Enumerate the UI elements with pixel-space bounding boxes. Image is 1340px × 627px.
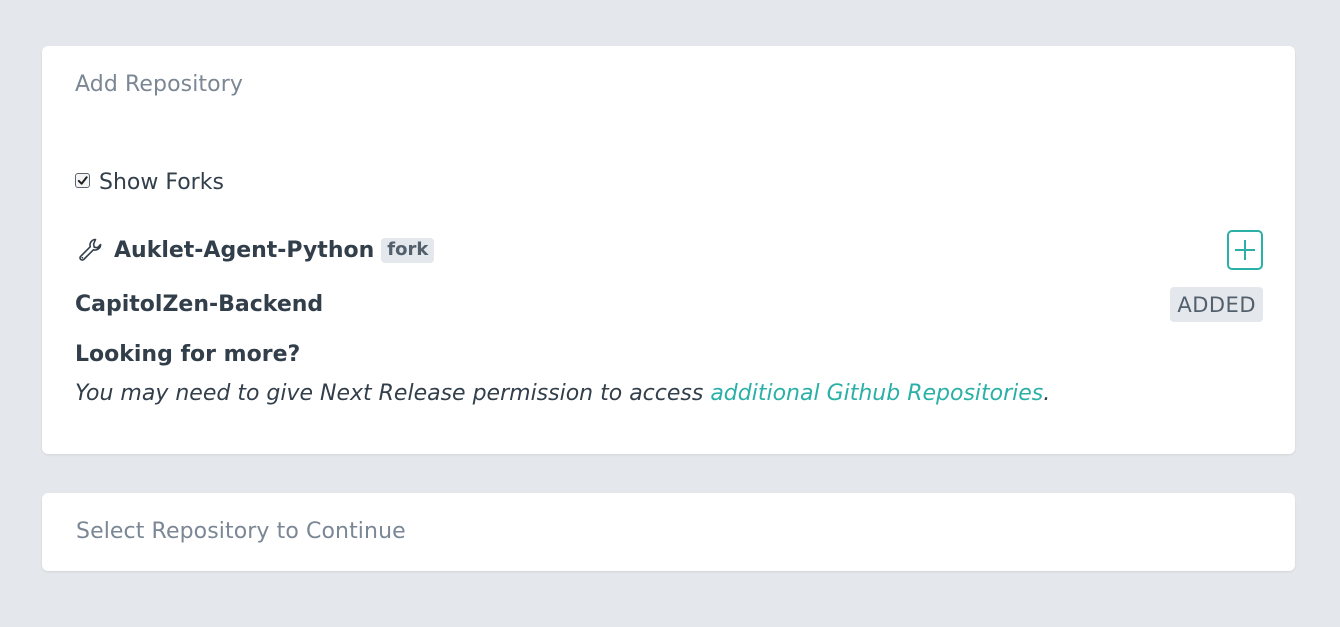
add-repository-card: Add Repository Show Forks Auklet-Agent-P… (42, 46, 1295, 454)
added-status-badge: ADDED (1170, 286, 1263, 322)
hint-text-before: You may need to give Next Release permis… (75, 381, 711, 406)
show-forks-checkbox[interactable] (75, 172, 90, 188)
show-forks-label[interactable]: Show Forks (99, 170, 224, 195)
permission-hint-text: You may need to give Next Release permis… (75, 381, 1050, 406)
fork-badge: fork (381, 237, 435, 263)
checkmark-icon (77, 175, 88, 185)
card-title: Add Repository (75, 72, 243, 97)
show-forks-row[interactable]: Show Forks (75, 170, 224, 195)
select-repository-card: Select Repository to Continue (42, 493, 1295, 571)
repository-row: Auklet-Agent-Python fork (75, 228, 1263, 272)
repository-name: Auklet-Agent-Python (114, 237, 375, 263)
looking-for-more-heading: Looking for more? (75, 342, 301, 367)
add-repository-button[interactable] (1227, 230, 1263, 270)
additional-repositories-link[interactable]: additional Github Repositories (710, 381, 1043, 406)
wrench-icon (79, 238, 102, 261)
hint-text-after: . (1043, 381, 1051, 406)
plus-icon (1235, 240, 1255, 260)
repository-row: CapitolZen-Backend ADDED (75, 284, 1263, 324)
repository-name: CapitolZen-Backend (75, 291, 324, 317)
select-repository-title: Select Repository to Continue (76, 519, 406, 544)
